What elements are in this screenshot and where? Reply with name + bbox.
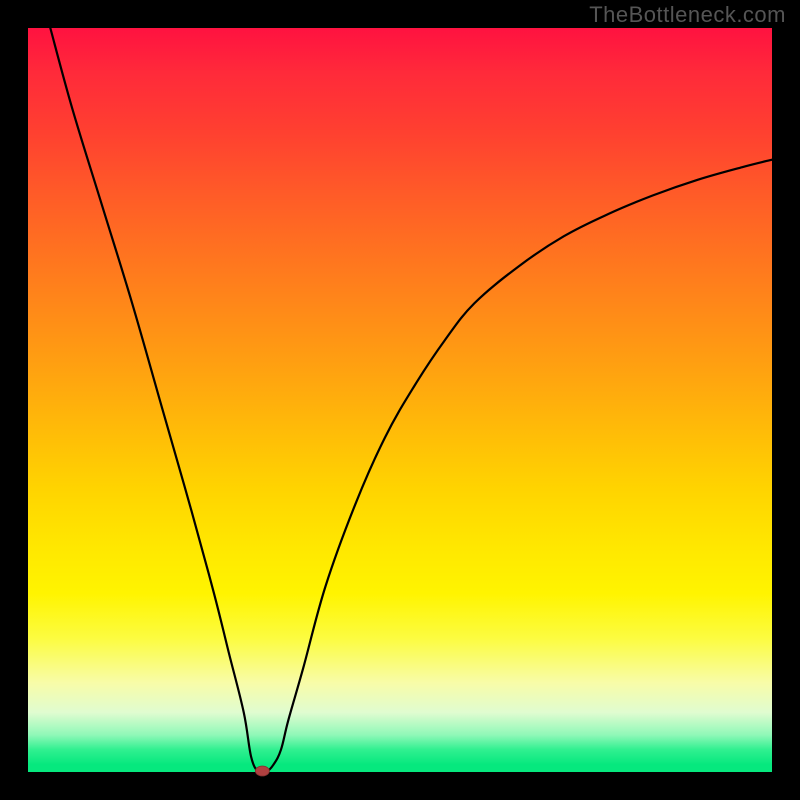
watermark-text: TheBottleneck.com bbox=[589, 2, 786, 28]
curve-minimum-marker bbox=[255, 766, 269, 776]
chart-frame: TheBottleneck.com bbox=[0, 0, 800, 800]
bottleneck-curve-svg bbox=[28, 28, 772, 772]
plot-area bbox=[28, 28, 772, 772]
bottleneck-curve bbox=[50, 28, 772, 774]
